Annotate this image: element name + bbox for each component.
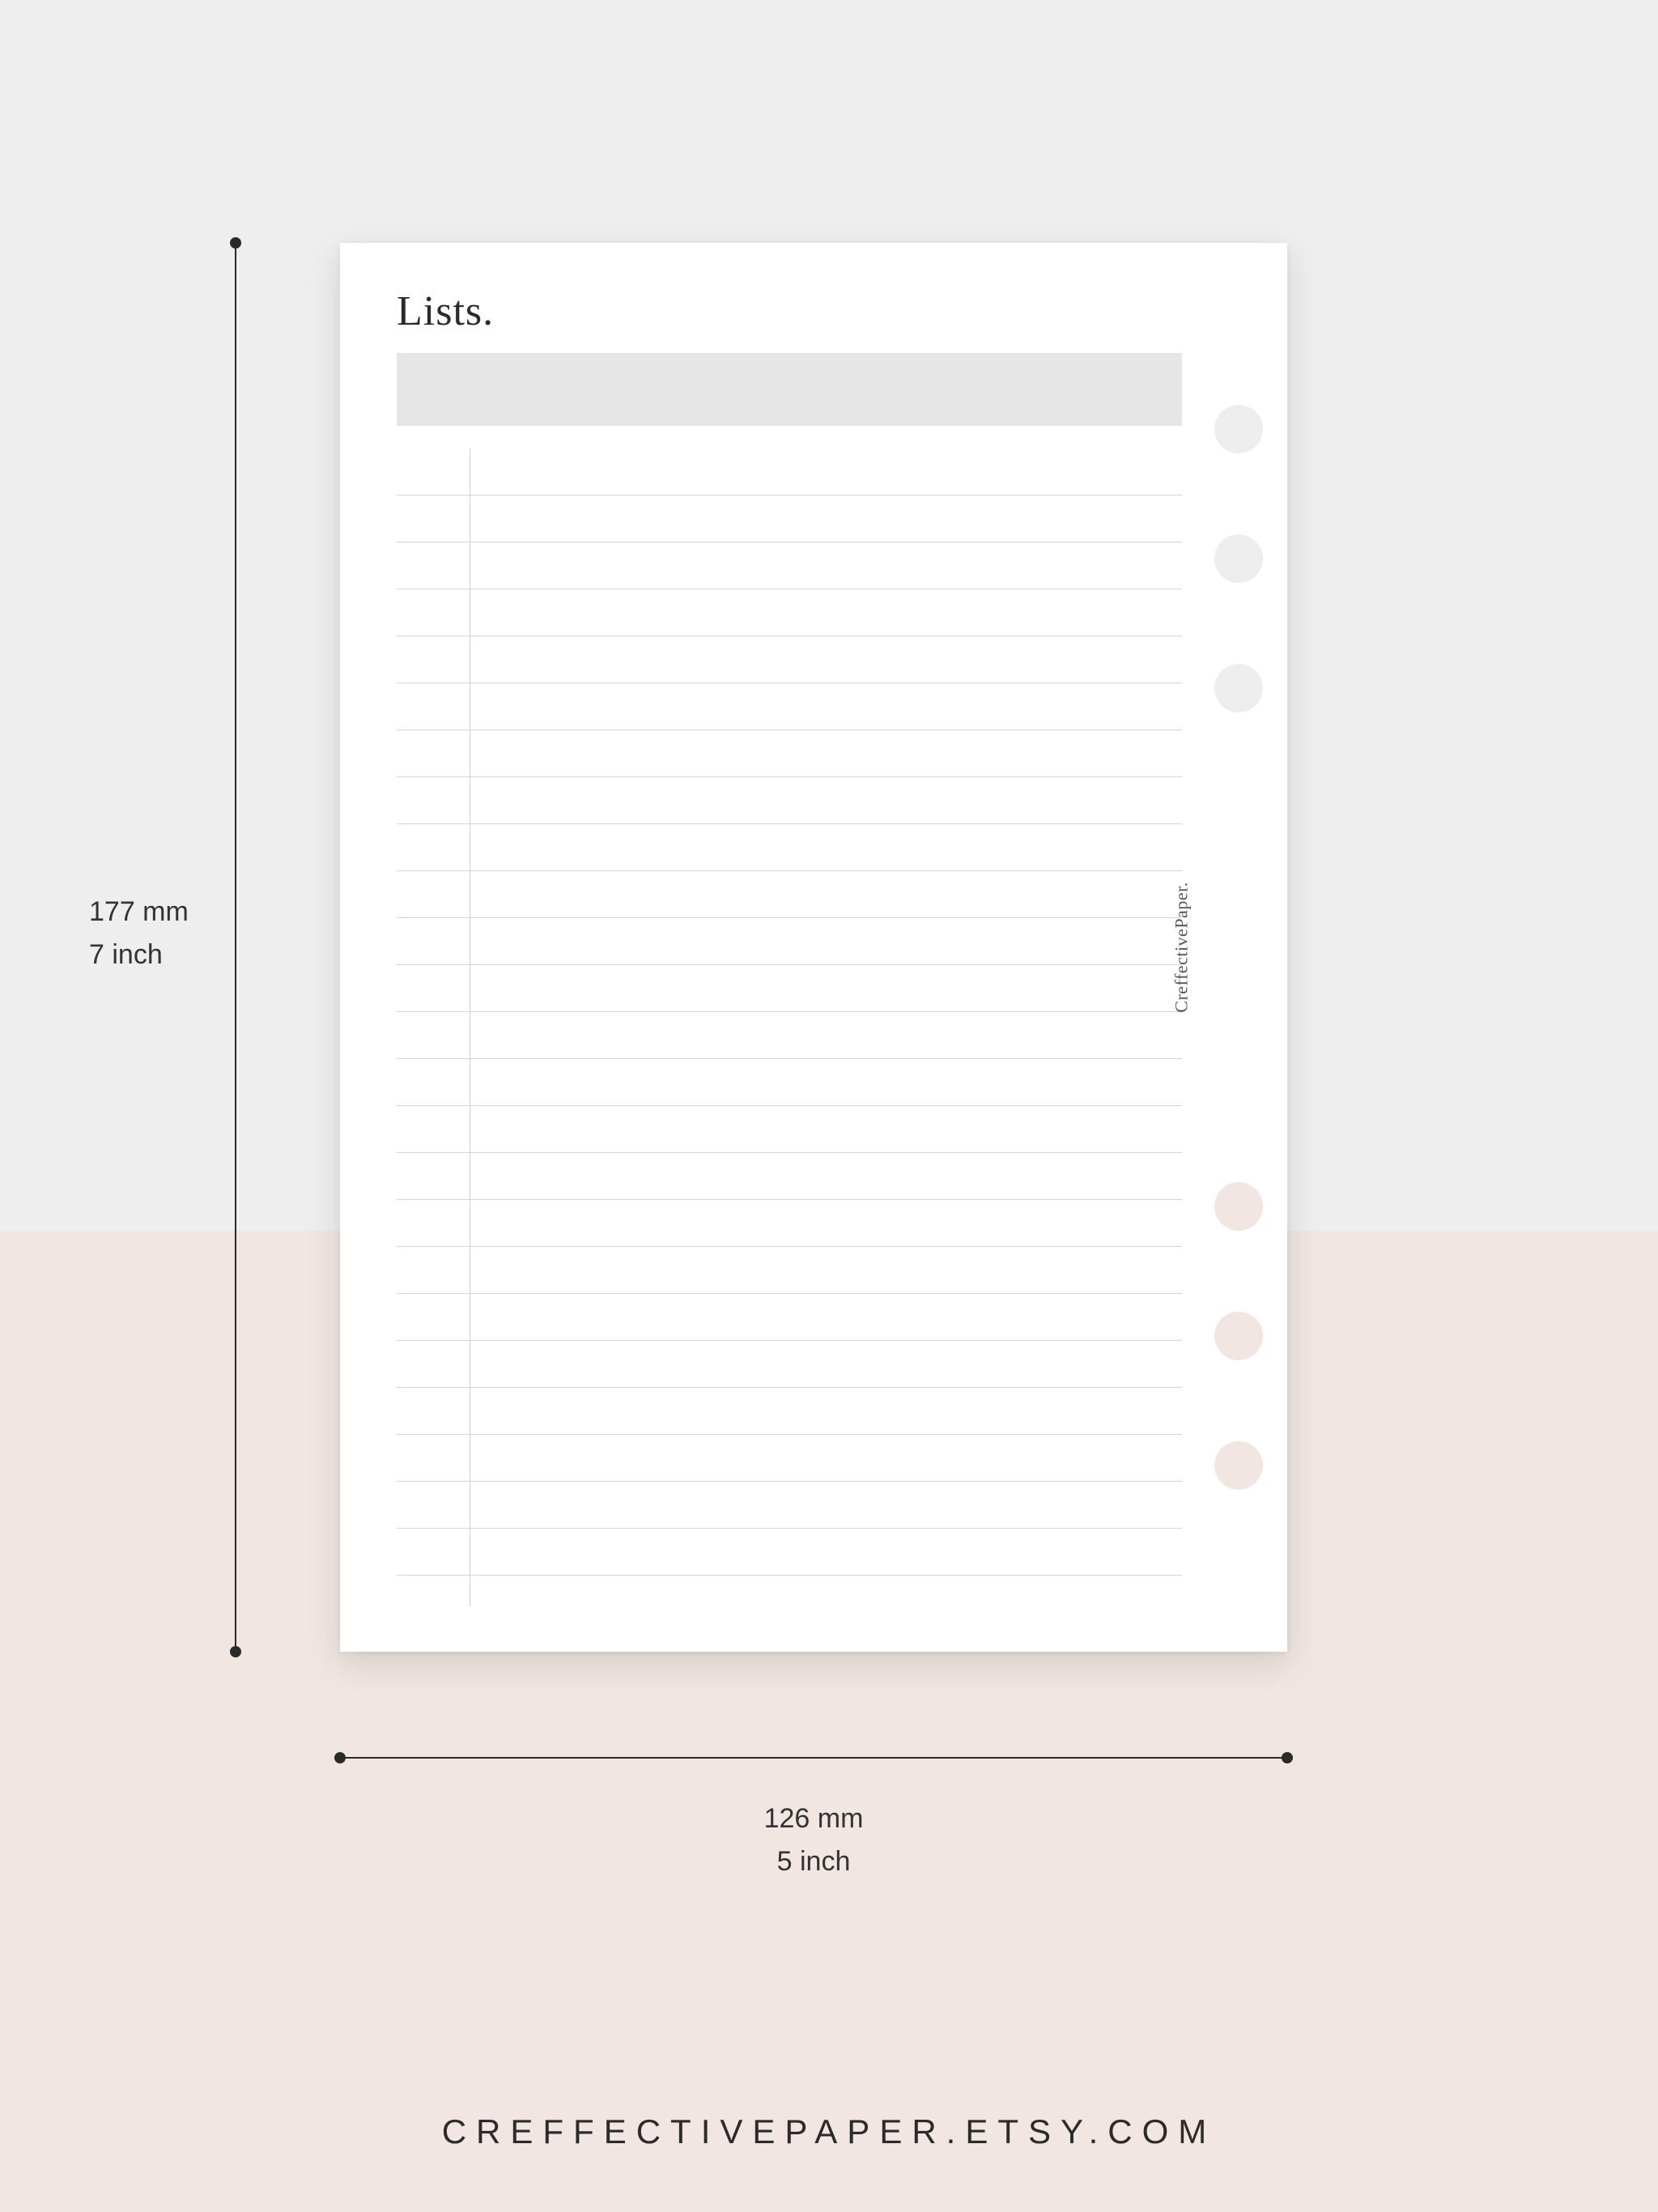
- rule-line: [397, 1012, 1182, 1059]
- ruled-area: [397, 449, 1182, 1606]
- side-brand-text: CreffectivePaper.: [1171, 882, 1192, 1012]
- rule-line: [397, 1482, 1182, 1529]
- height-mm-label: 177 mm: [89, 891, 219, 934]
- rule-line: [397, 1247, 1182, 1294]
- rule-line: [397, 1106, 1182, 1153]
- rule-line: [397, 589, 1182, 636]
- width-inch-label: 5 inch: [340, 1840, 1287, 1883]
- dimension-labels-vertical: 177 mm 7 inch: [89, 891, 219, 976]
- rule-line: [397, 918, 1182, 965]
- rule-line: [397, 730, 1182, 777]
- dimension-labels-horizontal: 126 mm 5 inch: [340, 1797, 1287, 1882]
- binder-hole-icon: [1214, 1441, 1263, 1490]
- planner-page: Lists.: [340, 243, 1287, 1652]
- rule-line: [397, 683, 1182, 730]
- rule-line: [397, 636, 1182, 683]
- height-inch-label: 7 inch: [89, 934, 219, 976]
- rule-line: [397, 965, 1182, 1012]
- rule-line: [397, 1341, 1182, 1388]
- dimension-line-horizontal: [340, 1757, 1287, 1759]
- title-bar: [397, 353, 1182, 426]
- rule-line: [397, 1200, 1182, 1247]
- binder-hole-icon: [1214, 664, 1263, 713]
- stage: 177 mm 7 inch Lists.: [0, 0, 1658, 2212]
- binder-hole-icon: [1214, 1312, 1263, 1360]
- binder-hole-icon: [1214, 534, 1263, 583]
- rule-line: [397, 1294, 1182, 1341]
- rule-line: [397, 1059, 1182, 1106]
- rule-line: [397, 542, 1182, 589]
- rule-line: [397, 824, 1182, 871]
- width-mm-label: 126 mm: [340, 1797, 1287, 1840]
- page-title: Lists.: [397, 287, 1182, 335]
- binder-holes: [1214, 243, 1263, 1652]
- rule-line: [397, 1153, 1182, 1200]
- dimension-line-vertical: [235, 243, 236, 1652]
- page-content: Lists.: [397, 287, 1182, 1603]
- footer-brand: CREFFECTIVEPAPER.ETSY.COM: [0, 2112, 1658, 2151]
- rule-line: [397, 871, 1182, 918]
- binder-hole-icon: [1214, 405, 1263, 453]
- binder-hole-icon: [1214, 1182, 1263, 1231]
- rule-line: [397, 449, 1182, 496]
- rule-line: [397, 777, 1182, 824]
- rule-line: [397, 1435, 1182, 1482]
- rule-line: [397, 1388, 1182, 1435]
- rule-line: [397, 1529, 1182, 1576]
- rule-line: [397, 496, 1182, 542]
